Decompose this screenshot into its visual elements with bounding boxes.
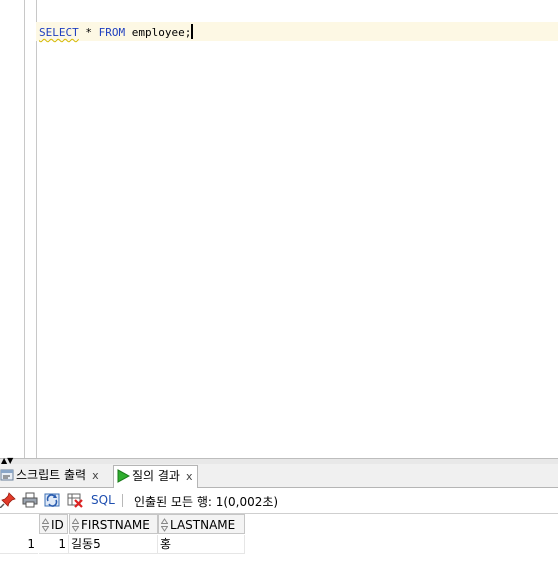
- result-toolbar: SQL 인출된 모든 행: 1(0,002초): [0, 488, 558, 514]
- script-output-icon: [0, 468, 14, 489]
- tab-script-output[interactable]: 스크립트 출력 x: [0, 465, 103, 486]
- current-line-highlight[interactable]: SELECT * FROM employee;: [36, 22, 558, 41]
- toolbar-divider: [122, 494, 123, 507]
- tab-query-result[interactable]: 질의 결과 x: [113, 465, 198, 488]
- cell-lastname[interactable]: 홍: [158, 535, 245, 554]
- output-tabbar: 스크립트 출력 x 질의 결과 x: [0, 464, 558, 488]
- row-number: 1: [0, 535, 38, 554]
- column-header-label: FIRSTNAME: [81, 518, 150, 532]
- sql-editor[interactable]: SELECT * FROM employee;: [0, 0, 558, 458]
- fetch-status: 인출된 모든 행: 1(0,002초): [134, 495, 279, 509]
- delete-table-icon[interactable]: [67, 492, 83, 508]
- tab-script-output-close-icon[interactable]: x: [92, 469, 99, 482]
- column-header-lastname[interactable]: LASTNAME: [158, 514, 245, 534]
- text-caret: [191, 24, 194, 39]
- column-header-firstname[interactable]: FIRSTNAME: [69, 514, 158, 534]
- margin-divider: [36, 0, 37, 458]
- pin-icon[interactable]: [0, 492, 16, 509]
- grid-header: ID FIRSTNAME LASTNAME: [0, 514, 558, 535]
- column-header-label: ID: [51, 518, 64, 532]
- column-header-label: LASTNAME: [170, 518, 236, 532]
- gutter-divider: [24, 0, 25, 458]
- keyword-select: SELECT: [39, 26, 79, 39]
- column-header-id[interactable]: ID: [39, 514, 68, 534]
- refresh-icon[interactable]: [44, 492, 60, 508]
- print-icon[interactable]: [22, 492, 38, 508]
- play-icon: [116, 469, 131, 490]
- code-star: *: [78, 26, 99, 39]
- cell-id[interactable]: 1: [39, 535, 69, 554]
- result-grid: ID FIRSTNAME LASTNAME 1 1 길동5 홍: [0, 514, 558, 570]
- tab-script-output-label: 스크립트 출력: [16, 468, 87, 482]
- code-line-1[interactable]: SELECT * FROM employee;: [39, 24, 194, 39]
- sql-link[interactable]: SQL: [91, 493, 115, 507]
- code-table: employee;: [125, 26, 192, 39]
- cell-firstname[interactable]: 길동5: [69, 535, 158, 554]
- keyword-from: FROM: [98, 26, 126, 39]
- tab-query-result-label: 질의 결과: [132, 469, 180, 483]
- table-row[interactable]: 1 1 길동5 홍: [0, 535, 558, 555]
- tab-query-result-close-icon[interactable]: x: [186, 470, 193, 483]
